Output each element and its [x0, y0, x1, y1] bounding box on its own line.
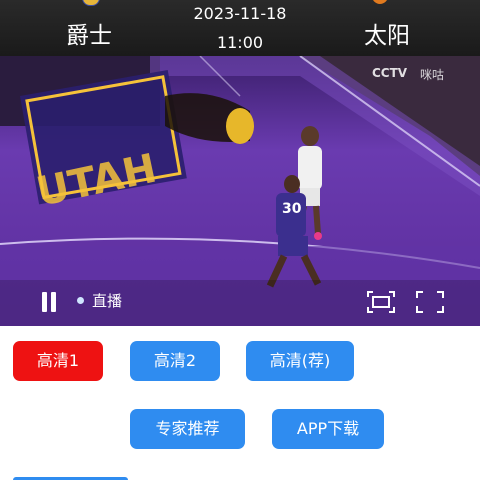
live-indicator-icon	[77, 297, 84, 304]
app-download-button[interactable]: APP下载	[272, 409, 384, 449]
away-team-name: 太阳	[364, 23, 410, 49]
expert-recommend-button[interactable]: 专家推荐	[130, 409, 245, 449]
hd2-button[interactable]: 高清2	[130, 341, 220, 381]
pause-icon[interactable]	[40, 292, 58, 312]
match-header: 爵士 2023-11-18 11:00 太阳	[0, 0, 480, 56]
picture-in-picture-icon[interactable]	[367, 291, 395, 313]
channel-logo: CCTV	[372, 66, 408, 80]
jersey-number: 30	[282, 201, 302, 217]
hd1-button[interactable]: 高清1	[13, 341, 103, 381]
live-label: 直播	[92, 292, 123, 310]
fullscreen-icon[interactable]	[416, 291, 444, 313]
hd-recommended-button[interactable]: 高清(荐)	[246, 341, 354, 381]
player-controls: 直播	[0, 278, 480, 324]
video-player[interactable]: UTAH 30 CCTV 咪咕 直播	[0, 56, 480, 326]
channel-logo-secondary: 咪咕	[420, 68, 445, 82]
